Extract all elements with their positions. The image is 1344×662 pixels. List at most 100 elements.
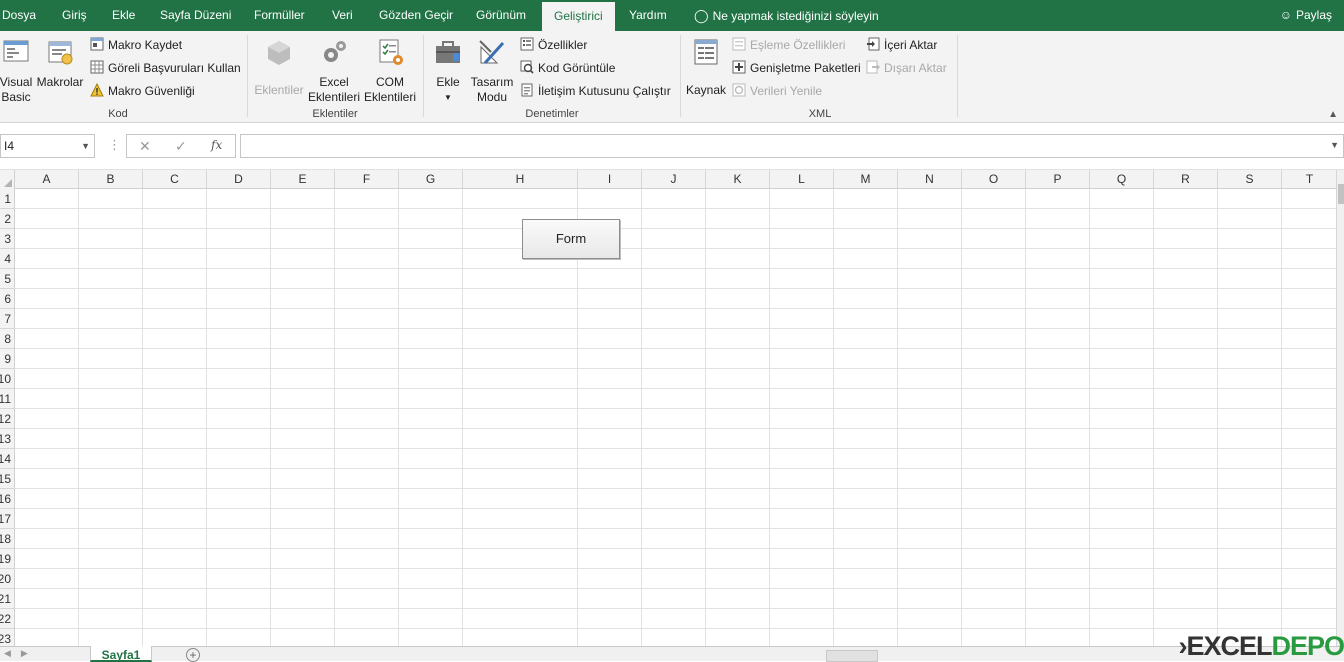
drag-handle-icon[interactable]: ⋮ xyxy=(108,137,121,153)
row-header-10[interactable]: 10 xyxy=(0,369,15,389)
column-header-t[interactable]: T xyxy=(1282,170,1338,189)
row-header-17[interactable]: 17 xyxy=(0,509,15,529)
grid-column-line xyxy=(142,189,143,646)
tab-veri[interactable]: Veri xyxy=(332,0,353,31)
tab-yardim[interactable]: Yardım xyxy=(629,0,667,31)
tab-gelistirici[interactable]: Geliştirici xyxy=(542,0,615,31)
grid-column-line xyxy=(1153,189,1154,646)
column-header-h[interactable]: H xyxy=(463,170,578,189)
map-properties-button[interactable]: Eşleme Özellikleri xyxy=(732,35,845,55)
row-header-11[interactable]: 11 xyxy=(0,389,15,409)
grid-row-line xyxy=(15,328,1344,329)
run-dialog-button[interactable]: İletişim Kutusunu Çalıştır xyxy=(520,81,671,101)
tab-gozden-gecir[interactable]: Gözden Geçir xyxy=(379,0,453,31)
row-header-23[interactable]: 23 xyxy=(0,629,15,646)
tab-dosya[interactable]: Dosya xyxy=(2,0,36,31)
ribbon-panel: Visual Basic Makrolar Makro Kaydet Görel… xyxy=(0,31,1344,123)
row-header-12[interactable]: 12 xyxy=(0,409,15,429)
horizontal-scrollbar[interactable] xyxy=(826,650,878,662)
tell-me-search[interactable]: ◯ Ne yapmak istediğinizi söyleyin xyxy=(694,0,879,31)
sheet-nav-arrows[interactable]: ◀▶ xyxy=(4,648,38,659)
row-header-15[interactable]: 15 xyxy=(0,469,15,489)
grid-column-line xyxy=(1089,189,1090,646)
insert-control-button[interactable]: Ekle ▼ xyxy=(430,37,466,105)
column-header-j[interactable]: J xyxy=(642,170,706,189)
tab-formuller[interactable]: Formüller xyxy=(254,0,305,31)
makrolar-button[interactable]: Makrolar xyxy=(36,37,84,90)
properties-icon xyxy=(520,37,534,51)
name-box[interactable]: I4 ▼ xyxy=(0,134,95,158)
column-header-o[interactable]: O xyxy=(962,170,1026,189)
visual-basic-button[interactable]: Visual Basic xyxy=(0,37,36,105)
export-button[interactable]: Dışarı Aktar xyxy=(866,58,947,78)
row-header-20[interactable]: 20 xyxy=(0,569,15,589)
chevron-down-icon[interactable]: ▼ xyxy=(1330,140,1339,150)
tab-ekle[interactable]: Ekle xyxy=(112,0,135,31)
record-macro-button[interactable]: Makro Kaydet xyxy=(90,35,182,55)
excel-add-ins-button[interactable]: Excel Eklentileri xyxy=(306,37,362,105)
sheet-tab-sayfa1[interactable]: Sayfa1 xyxy=(90,646,152,662)
insert-function-button[interactable]: fx xyxy=(211,138,222,152)
row-header-14[interactable]: 14 xyxy=(0,449,15,469)
row-header-18[interactable]: 18 xyxy=(0,529,15,549)
column-header-p[interactable]: P xyxy=(1026,170,1090,189)
form-button[interactable]: Form xyxy=(522,219,620,259)
row-header-4[interactable]: 4 xyxy=(0,249,15,269)
design-mode-button[interactable]: Tasarım Modu xyxy=(468,37,516,105)
row-header-7[interactable]: 7 xyxy=(0,309,15,329)
chevron-down-icon[interactable]: ▼ xyxy=(81,135,90,157)
collapse-ribbon-icon[interactable]: ▲ xyxy=(1328,109,1338,120)
column-header-d[interactable]: D xyxy=(207,170,271,189)
column-header-g[interactable]: G xyxy=(399,170,463,189)
row-header-1[interactable]: 1 xyxy=(0,189,15,209)
formula-input[interactable]: ▼ xyxy=(240,134,1344,158)
column-header-f[interactable]: F xyxy=(335,170,399,189)
row-header-6[interactable]: 6 xyxy=(0,289,15,309)
row-header-3[interactable]: 3 xyxy=(0,229,15,249)
row-header-8[interactable]: 8 xyxy=(0,329,15,349)
column-header-k[interactable]: K xyxy=(706,170,770,189)
macro-security-button[interactable]: Makro Güvenliği xyxy=(90,81,195,101)
row-header-22[interactable]: 22 xyxy=(0,609,15,629)
row-header-5[interactable]: 5 xyxy=(0,269,15,289)
column-header-m[interactable]: M xyxy=(834,170,898,189)
grid-row-line xyxy=(15,248,1344,249)
cancel-icon[interactable]: ✕ xyxy=(139,138,151,155)
com-add-ins-button[interactable]: COM Eklentileri xyxy=(362,37,418,105)
column-header-l[interactable]: L xyxy=(770,170,834,189)
expansion-packs-button[interactable]: Genişletme Paketleri xyxy=(732,58,861,78)
column-header-q[interactable]: Q xyxy=(1090,170,1154,189)
row-header-16[interactable]: 16 xyxy=(0,489,15,509)
column-header-e[interactable]: E xyxy=(271,170,335,189)
import-button[interactable]: İçeri Aktar xyxy=(866,35,937,55)
tab-sayfa-duzeni[interactable]: Sayfa Düzeni xyxy=(160,0,231,31)
column-header-s[interactable]: S xyxy=(1218,170,1282,189)
column-header-r[interactable]: R xyxy=(1154,170,1218,189)
properties-button[interactable]: Özellikler xyxy=(520,35,587,55)
tab-gorunum[interactable]: Görünüm xyxy=(476,0,526,31)
enter-icon[interactable]: ✓ xyxy=(175,138,187,155)
row-header-21[interactable]: 21 xyxy=(0,589,15,609)
spreadsheet-grid[interactable]: ABCDEFGHIJKLMNOPQRST 1234567891011121314… xyxy=(0,170,1344,646)
view-code-button[interactable]: Kod Görüntüle xyxy=(520,58,615,78)
refresh-data-button[interactable]: Verileri Yenile xyxy=(732,81,822,101)
relative-references-button[interactable]: Göreli Başvuruları Kullan xyxy=(90,58,241,78)
grid-column-line xyxy=(1281,189,1282,646)
column-header-a[interactable]: A xyxy=(15,170,79,189)
column-header-c[interactable]: C xyxy=(143,170,207,189)
eklentiler-button[interactable]: Eklentiler xyxy=(252,37,306,98)
column-header-n[interactable]: N xyxy=(898,170,962,189)
vertical-scrollbar[interactable] xyxy=(1336,170,1344,646)
source-button[interactable]: Kaynak xyxy=(684,37,728,98)
row-header-9[interactable]: 9 xyxy=(0,349,15,369)
tab-giris[interactable]: Giriş xyxy=(62,0,87,31)
share-button[interactable]: ☺ Paylaş xyxy=(1280,0,1332,31)
select-all-button[interactable] xyxy=(0,170,15,189)
column-header-i[interactable]: I xyxy=(578,170,642,189)
add-sheet-icon[interactable]: + xyxy=(186,648,200,662)
row-header-19[interactable]: 19 xyxy=(0,549,15,569)
row-header-13[interactable]: 13 xyxy=(0,429,15,449)
column-header-b[interactable]: B xyxy=(79,170,143,189)
row-header-2[interactable]: 2 xyxy=(0,209,15,229)
scrollbar-thumb[interactable] xyxy=(1338,184,1344,204)
